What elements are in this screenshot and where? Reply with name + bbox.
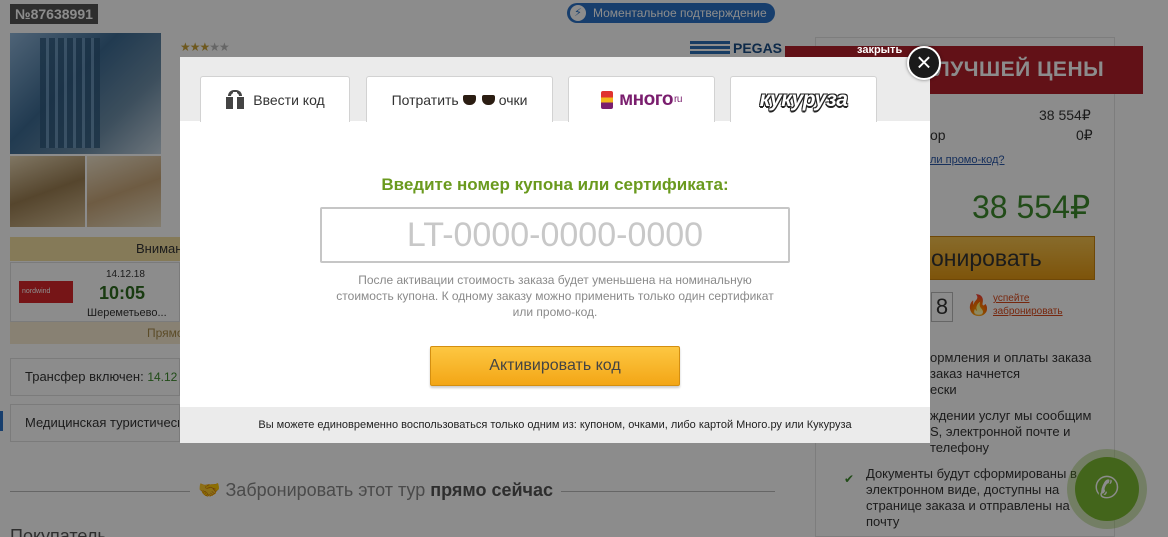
tab-kukuruza[interactable]: кукуруза — [730, 76, 877, 122]
coupon-heading: Введите номер купона или сертификата: — [381, 175, 729, 194]
gift-icon — [225, 89, 245, 110]
kukuruza-logo: кукуруза — [759, 87, 848, 111]
tab-spend-points[interactable]: Потратить очки — [366, 76, 553, 122]
glasses-icon — [462, 94, 495, 106]
mnogo-logo: много ru — [601, 89, 682, 111]
tabs-bar: Ввести код Потратить очки много ru кукуру… — [180, 57, 930, 122]
mnogo-can-icon — [601, 90, 614, 109]
mnogo-logo-sup: ru — [674, 94, 682, 105]
modal-footer-note: Вы можете единовременно воспользоваться … — [180, 407, 930, 443]
tab-points-label-after: очки — [498, 91, 528, 108]
tab-points-label-before: Потратить — [391, 91, 459, 108]
mnogo-logo-text: много — [619, 88, 673, 110]
coupon-hint: После активации стоимость заказа будет у… — [336, 273, 774, 319]
coupon-code-input[interactable] — [320, 207, 790, 263]
close-icon[interactable]: × — [907, 46, 941, 80]
tab-enter-code[interactable]: Ввести код — [200, 76, 350, 122]
tab-enter-code-label: Ввести код — [253, 91, 325, 108]
activate-code-button[interactable]: Активировать код — [430, 346, 680, 386]
tab-mnogo[interactable]: много ru — [568, 76, 715, 122]
close-label[interactable]: закрыть — [857, 44, 902, 56]
coupon-modal: Ввести код Потратить очки много ru кукуру… — [180, 57, 930, 443]
